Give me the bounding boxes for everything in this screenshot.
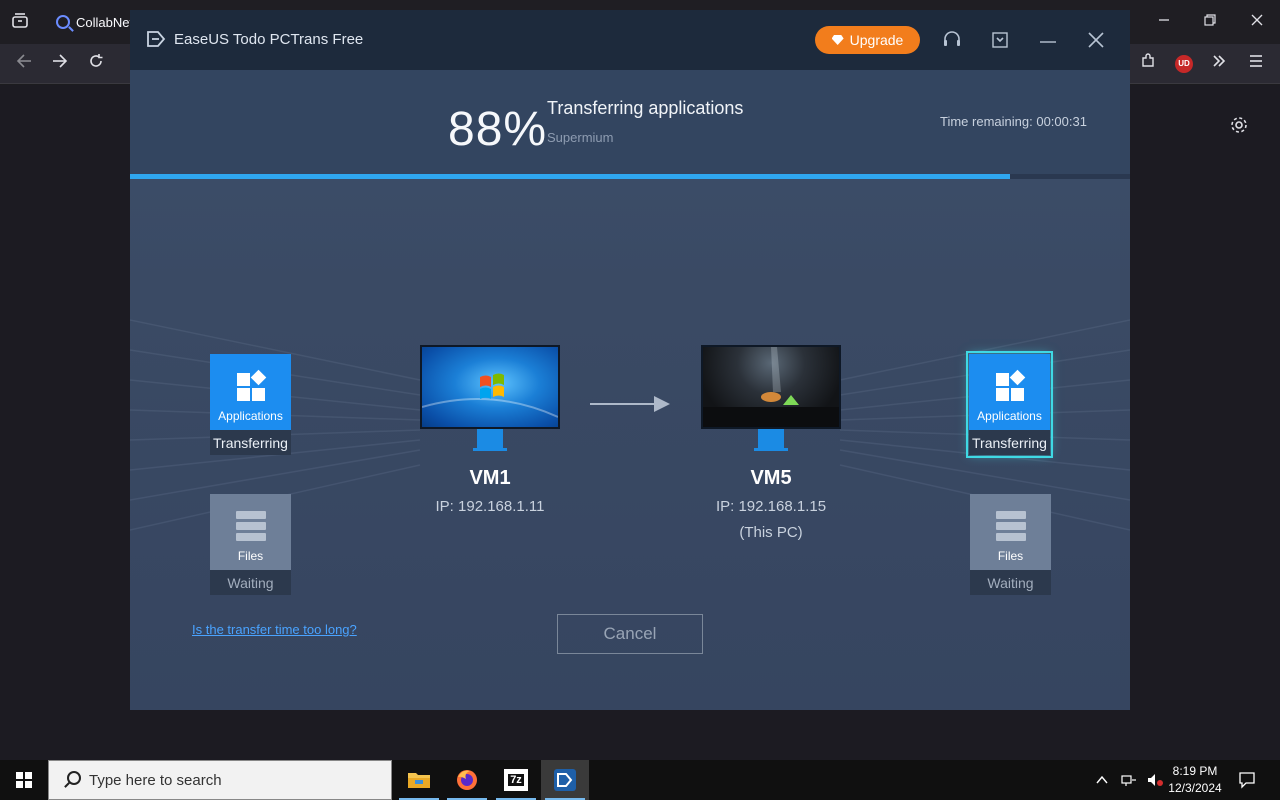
source-vm-name: VM1 — [469, 467, 511, 489]
target-vm-note: (This PC) — [739, 524, 803, 541]
taskbar-easeus-pctrans[interactable] — [541, 760, 589, 800]
restore-icon[interactable] — [1198, 12, 1222, 36]
transfer-arrow-icon — [590, 396, 670, 412]
taskbar-clock[interactable]: 8:19 PM 12/3/2024 — [1160, 763, 1230, 797]
close-icon[interactable] — [1245, 12, 1269, 36]
windows7-wallpaper — [420, 345, 560, 429]
time-remaining: Time remaining: 00:00:31 — [940, 114, 1087, 129]
taskbar-7zip[interactable]: 7z — [492, 760, 540, 800]
start-button[interactable] — [0, 760, 48, 800]
search-placeholder: Type here to search — [89, 771, 222, 789]
forward-icon[interactable] — [48, 52, 72, 76]
target-vm-ip: IP: 192.168.1.15 — [715, 498, 827, 515]
easeus-app-window: EaseUS Todo PCTrans Free Upgrade 88% Tra… — [130, 10, 1130, 710]
firefox-icon — [457, 770, 477, 790]
monitor-stand — [473, 429, 507, 451]
clock-time: 8:19 PM — [1172, 764, 1218, 778]
tab-overview-icon[interactable] — [8, 12, 32, 36]
support-headset-icon[interactable] — [940, 28, 964, 52]
tile-status: Waiting — [970, 570, 1051, 595]
applications-grid-icon — [235, 369, 267, 401]
night-sky-wallpaper — [701, 345, 841, 429]
source-vm-ip: IP: 192.168.1.11 — [435, 498, 545, 515]
taskbar-search-box[interactable]: Type here to search — [48, 760, 392, 800]
network-icon[interactable] — [1120, 772, 1138, 788]
notifications-icon[interactable] — [1238, 771, 1256, 789]
progress-bar-fill — [130, 174, 1010, 179]
transfer-time-help-link[interactable]: Is the transfer time too long? — [192, 622, 357, 637]
progress-header: 88% Transferring applications Supermium … — [130, 70, 1130, 178]
minimize-icon[interactable] — [1152, 12, 1176, 36]
target-applications-tile[interactable]: Applications Transferring — [966, 351, 1053, 458]
extensions-icon[interactable] — [1136, 52, 1160, 76]
source-applications-tile[interactable]: Applications Transferring — [210, 354, 291, 455]
status-subtitle: Supermium — [547, 130, 614, 145]
files-stack-icon — [235, 511, 266, 541]
search-icon — [63, 771, 81, 789]
upgrade-button[interactable]: Upgrade — [815, 26, 920, 54]
target-vm-name: VM5 — [750, 467, 792, 489]
time-remaining-label: Time remaining: — [940, 114, 1033, 129]
show-hidden-icons-icon[interactable] — [1094, 772, 1110, 788]
menu-icon[interactable] — [1244, 52, 1268, 76]
ublock-extension-icon[interactable]: UD — [1175, 55, 1193, 73]
upgrade-label: Upgrade — [849, 32, 904, 48]
folder-icon — [408, 773, 430, 788]
cancel-button[interactable]: Cancel — [557, 614, 703, 654]
overflow-chevron-icon[interactable] — [1207, 52, 1231, 76]
files-stack-icon — [995, 511, 1026, 541]
tile-label: Files — [997, 549, 1024, 563]
browser-tab[interactable]: CollabNet — [44, 6, 144, 38]
tile-label: Applications — [977, 409, 1042, 423]
source-files-tile[interactable]: Files Waiting — [210, 494, 291, 595]
target-pc-monitor-icon — [701, 345, 841, 451]
taskbar-firefox[interactable] — [443, 760, 491, 800]
search-icon — [56, 15, 70, 29]
system-tray — [1094, 760, 1164, 800]
diamond-icon — [831, 35, 844, 45]
app-titlebar: EaseUS Todo PCTrans Free Upgrade — [130, 10, 1130, 70]
7zip-icon: 7z — [504, 769, 528, 791]
pctrans-icon — [554, 769, 576, 791]
target-files-tile[interactable]: Files Waiting — [970, 494, 1051, 595]
reload-icon[interactable] — [84, 52, 108, 76]
applications-grid-icon — [994, 369, 1026, 401]
download-box-icon[interactable] — [988, 28, 1012, 52]
tile-status: Waiting — [210, 570, 291, 595]
progress-percent: 88% — [448, 103, 548, 156]
back-icon[interactable] — [12, 52, 36, 76]
windows-logo-icon — [16, 772, 32, 788]
app-close-icon[interactable] — [1084, 28, 1108, 52]
monitor-stand — [754, 429, 788, 451]
tab-title: CollabNet — [76, 14, 134, 30]
tile-status: Transferring — [969, 430, 1050, 455]
windows-taskbar: Type here to search 7z 8:19 PM 12/3/2024 — [0, 760, 1280, 800]
source-pc-monitor-icon — [420, 345, 560, 451]
settings-gear-icon[interactable] — [1227, 115, 1251, 139]
time-remaining-value: 00:00:31 — [1036, 114, 1087, 129]
clock-date: 12/3/2024 — [1168, 781, 1222, 795]
tile-label: Files — [237, 549, 264, 563]
tile-label: Applications — [218, 409, 283, 423]
app-minimize-icon[interactable] — [1036, 28, 1060, 52]
progress-bar — [130, 174, 1130, 179]
easeus-logo-icon — [147, 31, 166, 47]
tile-status: Transferring — [210, 430, 291, 455]
app-title: EaseUS Todo PCTrans Free — [174, 31, 364, 48]
taskbar-file-explorer[interactable] — [395, 760, 443, 800]
status-title: Transferring applications — [547, 98, 744, 118]
